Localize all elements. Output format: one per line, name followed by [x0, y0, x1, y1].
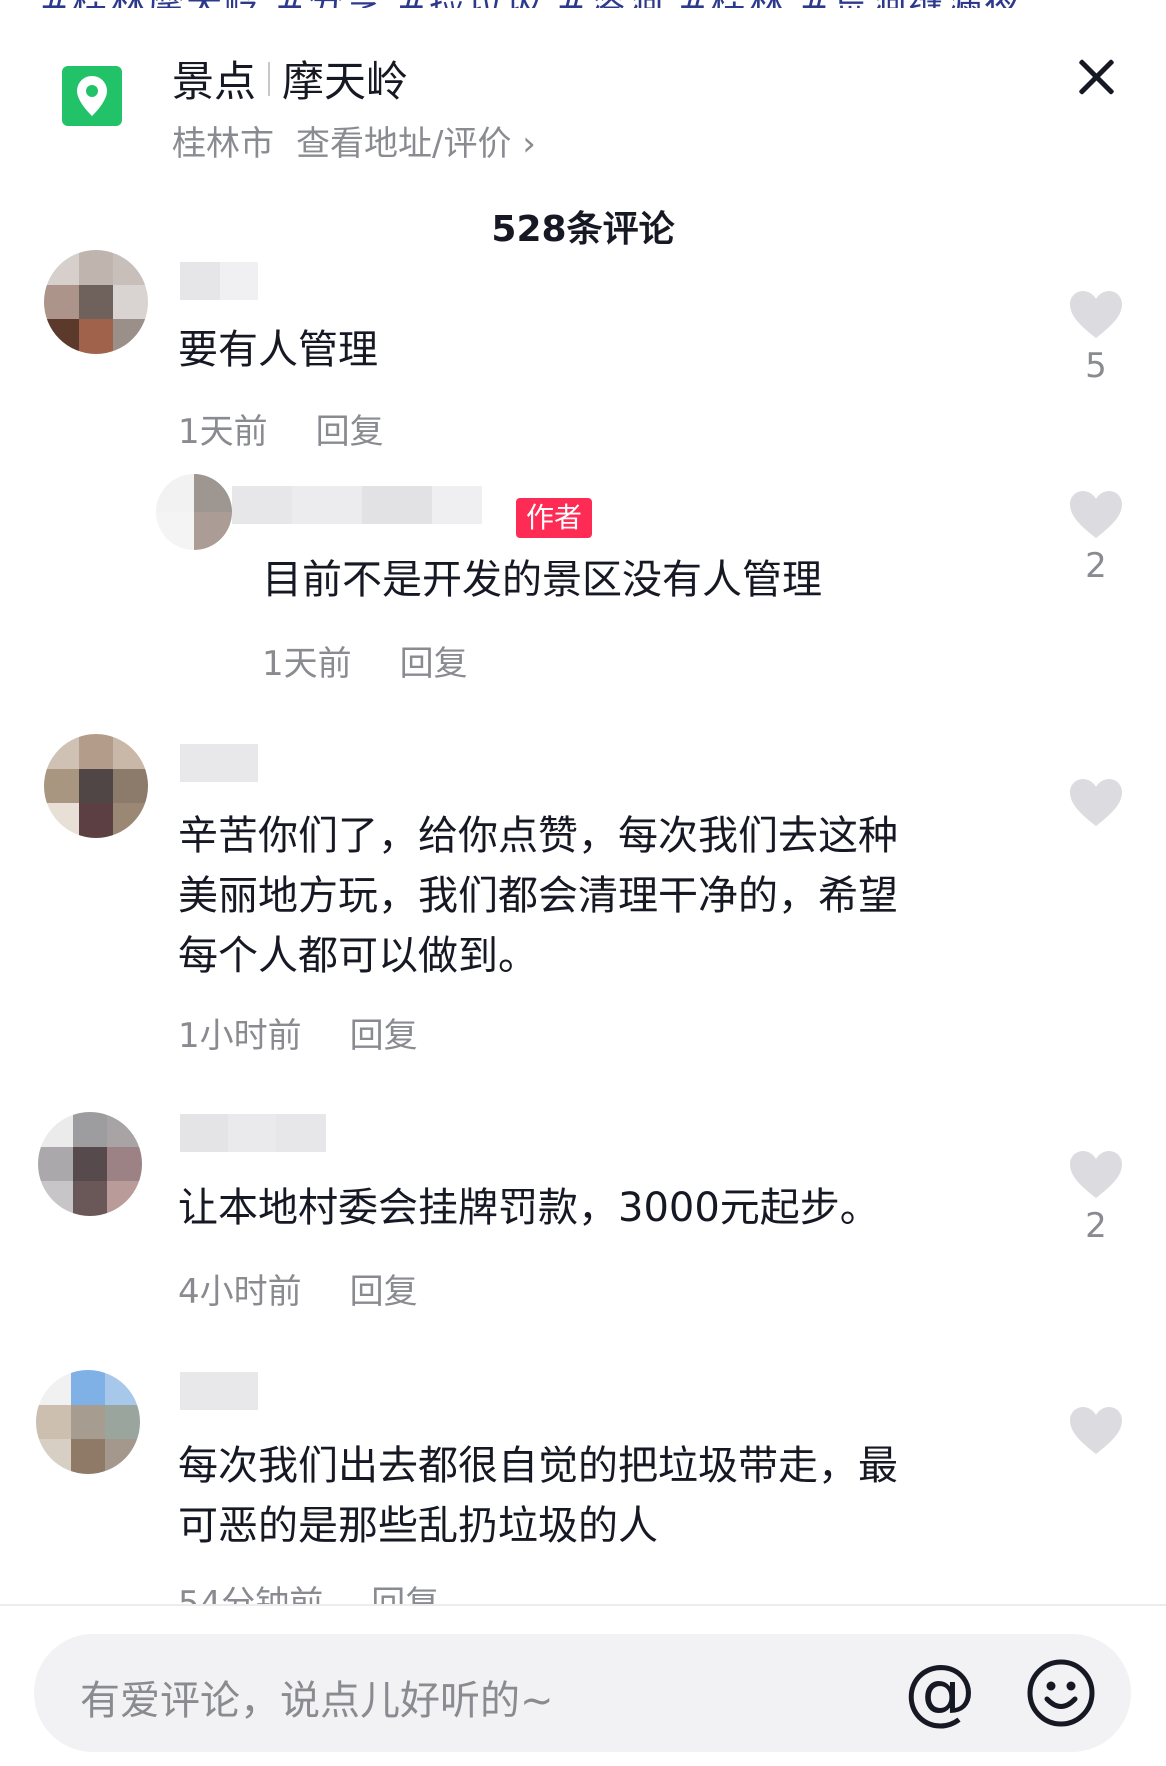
smiley-icon[interactable]: [1026, 1658, 1096, 1732]
avatar[interactable]: [156, 474, 232, 550]
comments-sheet: 景点 摩天岭 桂林市 查看地址/评价 › 528条评论 要有人管理 1天前 回复 5: [0, 8, 1166, 1766]
at-icon[interactable]: @: [904, 1655, 976, 1727]
username-blurred[interactable]: [232, 486, 482, 524]
heart-icon[interactable]: [1068, 290, 1124, 340]
poi-title[interactable]: 景点 摩天岭: [172, 48, 408, 109]
like-button[interactable]: 2: [1066, 490, 1126, 586]
like-button[interactable]: 5: [1066, 290, 1126, 386]
comment-text-line: 每个人都可以做到。: [178, 933, 538, 979]
avatar[interactable]: [44, 250, 148, 354]
avatar[interactable]: [36, 1370, 140, 1474]
comment-time: 4小时前: [178, 1272, 302, 1312]
comment-meta: 1小时前 回复: [178, 1008, 418, 1057]
poi-address-link[interactable]: 查看地址/评价 ›: [296, 124, 536, 164]
comment-text-line: 辛苦你们了，给你点赞，每次我们去这种: [178, 813, 898, 859]
reply-button[interactable]: 回复: [350, 1272, 418, 1312]
comment-input-bar: 有爱评论，说点儿好听的~ @: [0, 1604, 1166, 1766]
comment-text: 目前不是开发的景区没有人管理: [262, 557, 822, 603]
comment-time: 1天前: [262, 644, 352, 684]
reply-button[interactable]: 回复: [350, 1016, 418, 1056]
avatar[interactable]: [44, 734, 148, 838]
username-blurred[interactable]: [180, 262, 258, 300]
username-blurred[interactable]: [180, 1114, 326, 1152]
poi-subtitle[interactable]: 桂林市 查看地址/评价 ›: [172, 116, 536, 165]
comment-text: 让本地村委会挂牌罚款，3000元起步。: [178, 1185, 880, 1231]
poi-city: 桂林市: [172, 124, 274, 164]
poi-category: 景点: [172, 57, 257, 106]
comment-text-line: 每次我们出去都很自觉的把垃圾带走，最: [178, 1443, 898, 1489]
poi-name: 摩天岭: [282, 57, 409, 106]
comment-time: 1天前: [178, 412, 268, 452]
heart-icon[interactable]: [1068, 778, 1124, 828]
comment-text-line: 美丽地方玩，我们都会清理干净的，希望: [178, 873, 898, 919]
like-button[interactable]: [1066, 1406, 1126, 1462]
comment-count-title: 528条评论: [491, 209, 675, 250]
heart-icon[interactable]: [1068, 490, 1124, 540]
comment-input[interactable]: 有爱评论，说点儿好听的~ @: [34, 1634, 1131, 1752]
comment-text-line: 可恶的是那些乱扔垃圾的人: [178, 1503, 658, 1549]
like-count: 5: [1085, 346, 1107, 386]
username-blurred[interactable]: [180, 744, 258, 782]
like-button[interactable]: 2: [1066, 1150, 1126, 1246]
avatar[interactable]: [38, 1112, 142, 1216]
like-button[interactable]: [1066, 778, 1126, 834]
comment-meta: 4小时前 回复: [178, 1264, 418, 1313]
comment-time: 1小时前: [178, 1016, 302, 1056]
like-count: 2: [1085, 546, 1107, 586]
comment-input-placeholder: 有爱评论，说点儿好听的~: [80, 1678, 554, 1724]
author-badge: 作者: [516, 498, 593, 538]
map-pin-icon[interactable]: [62, 66, 122, 126]
close-icon[interactable]: [1075, 56, 1117, 98]
comment-meta: 1天前 回复: [178, 404, 384, 453]
like-count: 2: [1085, 1206, 1107, 1246]
username-blurred[interactable]: [180, 1372, 258, 1410]
heart-icon[interactable]: [1068, 1406, 1124, 1456]
reply-button[interactable]: 回复: [316, 412, 384, 452]
comment-text: 要有人管理: [178, 327, 378, 373]
heart-icon[interactable]: [1068, 1150, 1124, 1200]
reply-button[interactable]: 回复: [400, 644, 468, 684]
poi-divider: [268, 61, 271, 96]
comment-meta: 1天前 回复: [262, 636, 468, 685]
